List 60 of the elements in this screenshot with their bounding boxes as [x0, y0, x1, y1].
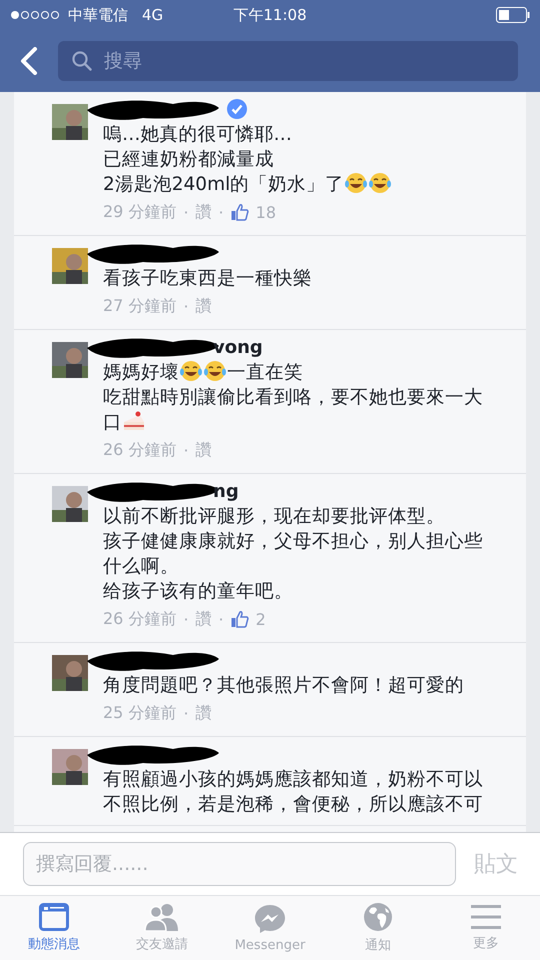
- comment-time: 25 分鐘前: [103, 702, 176, 724]
- laughing-emoji-icon: [203, 360, 227, 382]
- comment-text: 以前不断批评腿形，现在却要批评体型。: [103, 506, 445, 527]
- separator-dot: ·: [183, 440, 189, 460]
- comment-text: 不照比例，若是泡稀，會便秘，所以應該不可: [103, 794, 483, 815]
- like-link[interactable]: 讚: [196, 440, 212, 460]
- comment-text: 有照顧過小孩的媽媽應該都知道，奶粉不可以: [103, 769, 483, 790]
- tab[interactable]: 更多: [432, 896, 540, 960]
- comment-time: 27 分鐘前: [103, 296, 176, 316]
- comment-text: 一直在笑: [227, 362, 303, 383]
- separator-dot: ·: [183, 704, 189, 722]
- globe-icon: [363, 902, 393, 932]
- comment-text: 看孩子吃東西是一種快樂: [103, 268, 312, 289]
- thumbs-up-icon: [230, 203, 249, 221]
- commenter-name[interactable]: vong: [213, 336, 263, 358]
- comment-time: 29 分鐘前: [103, 202, 176, 222]
- separator-dot: ·: [218, 202, 224, 222]
- search-icon: [72, 51, 92, 71]
- tab[interactable]: Messenger: [216, 896, 324, 960]
- comment-text: 媽媽好壞: [103, 362, 179, 383]
- network-type: 4G: [142, 6, 164, 24]
- tab[interactable]: 動態消息: [0, 896, 108, 960]
- commenter-name[interactable]: ng: [213, 480, 239, 502]
- tab[interactable]: 通知: [324, 896, 432, 960]
- like-link[interactable]: 讚: [196, 608, 212, 630]
- menu-icon: [471, 904, 501, 930]
- like-link[interactable]: 讚: [196, 296, 212, 316]
- cake-slice-icon: [122, 410, 146, 432]
- battery-icon: [496, 7, 530, 23]
- comment-text: 2湯匙泡240ml的「奶水」了: [103, 174, 344, 195]
- laughing-emoji-icon: [344, 172, 368, 194]
- reply-field[interactable]: 撰寫回覆......: [23, 842, 456, 886]
- separator-dot: ·: [218, 610, 224, 628]
- search-field[interactable]: 搜尋: [58, 41, 518, 81]
- thumbs-up-icon: [230, 610, 249, 628]
- clock-time: 下午11:08: [233, 6, 307, 24]
- news-feed-icon: [39, 903, 69, 931]
- comment-text: 已經連奶粉都減量成: [103, 149, 274, 170]
- messenger-icon: [254, 904, 286, 934]
- comment-text: 给孩子该有的童年吧。: [103, 581, 293, 602]
- separator-dot: ·: [183, 202, 189, 222]
- carrier-name: 中華電信: [68, 6, 128, 24]
- like-count: 18: [256, 202, 276, 222]
- separator-dot: ·: [183, 610, 189, 628]
- tab[interactable]: 交友邀請: [108, 896, 216, 960]
- comment-text: 吃甜點時別讓偷比看到咯，要不她也要來一大: [103, 387, 483, 408]
- comment-time: 26 分鐘前: [103, 440, 176, 460]
- separator-dot: ·: [183, 296, 189, 316]
- comment-text: 角度問題吧？其他張照片不會阿！超可愛的: [103, 675, 464, 696]
- friends-icon: [144, 903, 180, 931]
- like-link[interactable]: 讚: [196, 202, 212, 222]
- like-count: 2: [256, 610, 266, 628]
- laughing-emoji-icon: [179, 360, 203, 382]
- comment-text: 孩子健健康康就好，父母不担心，别人担心些什么啊。: [103, 531, 483, 577]
- like-link[interactable]: 讚: [196, 702, 212, 724]
- signal-icon: [10, 10, 60, 20]
- comment-text: 口: [103, 412, 122, 433]
- comment-text: 嗚…她真的很可憐耶…: [103, 124, 292, 145]
- comment-time: 26 分鐘前: [103, 608, 176, 630]
- laughing-emoji-icon: [368, 172, 392, 194]
